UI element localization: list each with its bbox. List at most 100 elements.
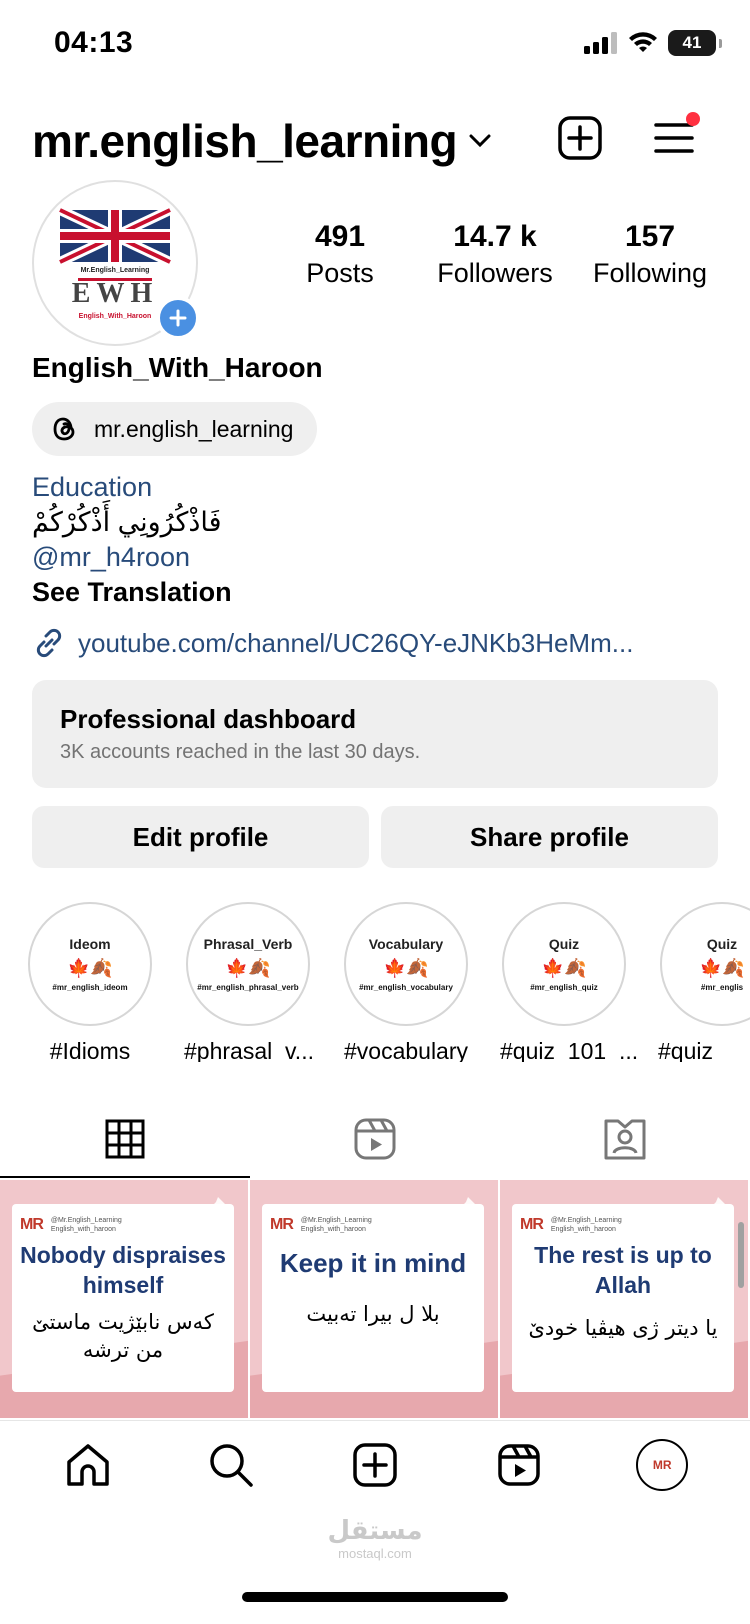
highlight-label: #phrasal_v... — [184, 1038, 314, 1062]
post-english-text: Nobody dispraises himself — [20, 1242, 226, 1298]
watermark-arabic: مستقل — [327, 1516, 423, 1546]
dashboard-title: Professional dashboard — [60, 704, 357, 734]
menu-button[interactable] — [650, 112, 700, 162]
highlight-title: Ideom — [69, 936, 111, 952]
mini-logo: MR — [520, 1216, 544, 1233]
edit-profile-button[interactable]: Edit profile — [32, 806, 369, 868]
highlight-tag: #mr_english_phrasal_verb — [197, 983, 299, 992]
highlight-tag: #mr_english_quiz — [530, 983, 598, 992]
tagged-user-icon — [604, 1119, 646, 1160]
see-translation-link[interactable]: See Translation — [32, 575, 232, 610]
external-link[interactable]: youtube.com/channel/UC26QY-eJNKb3HeMm... — [32, 626, 633, 660]
following-stat[interactable]: 157 Following — [580, 220, 720, 289]
post-thumbnail[interactable]: MR @Mr.English_Learning English_with_haro… — [500, 1180, 748, 1418]
stat-label: Posts — [306, 258, 374, 288]
bottom-navigation: MR — [0, 1420, 750, 1508]
profile-stats: 491 Posts 14.7 k Followers 157 Following — [270, 220, 720, 289]
stat-label: Following — [592, 258, 708, 288]
highlight-label: #vocabulary — [343, 1038, 469, 1062]
status-icons: 41 — [584, 30, 722, 56]
highlight-item[interactable]: Quiz 🍁🍂 #mr_englis #quiz_ — [658, 902, 750, 1062]
highlight-cover: Vocabulary 🍁🍂 #mr_english_vocabulary — [344, 902, 468, 1026]
reels-icon — [354, 1118, 396, 1160]
tab-tagged[interactable] — [500, 1100, 750, 1178]
leaf-icon: 🍁🍂 — [67, 958, 113, 978]
post-handle: @Mr.English_Learning English_with_haroon — [550, 1217, 622, 1233]
followers-stat[interactable]: 14.7 k Followers — [425, 220, 565, 289]
watermark-latin: mostaql.com — [338, 1546, 412, 1561]
highlight-tag: #mr_english_vocabulary — [359, 983, 453, 992]
account-switcher[interactable]: mr.english_learning — [32, 114, 491, 168]
share-profile-button[interactable]: Share profile — [381, 806, 718, 868]
wifi-icon — [629, 32, 657, 52]
profile-avatar-small: MR — [636, 1438, 689, 1491]
nav-home[interactable] — [58, 1435, 118, 1495]
highlight-label: #Idioms — [49, 1038, 131, 1062]
signal-icon — [584, 32, 617, 54]
nav-create[interactable] — [345, 1435, 405, 1495]
highlight-title: Quiz — [548, 936, 580, 952]
leaf-icon: 🍁🍂 — [383, 958, 429, 978]
leaf-icon: 🍁🍂 — [225, 958, 271, 978]
post-card: MR @Mr.English_Learning English_with_haro… — [512, 1204, 734, 1392]
dashboard-subtitle: 3K accounts reached in the last 30 days. — [60, 741, 421, 763]
stat-value: 491 — [314, 220, 366, 253]
svg-text:English_With_Haroon: English_With_Haroon — [79, 313, 152, 320]
hamburger-menu-icon — [654, 123, 694, 153]
profile-tabs — [0, 1100, 750, 1178]
professional-dashboard[interactable]: Professional dashboard 3K accounts reach… — [32, 680, 718, 788]
highlight-tag: #mr_englis — [700, 983, 744, 992]
highlight-item[interactable]: Quiz 🍁🍂 #mr_english_quiz #quiz_101_... — [500, 902, 638, 1062]
mini-logo: MR — [270, 1216, 294, 1233]
create-button[interactable] — [556, 114, 604, 162]
post-kurdish-text: کەس نابێژیت ماستێ من ترشە — [32, 1310, 214, 1362]
chevron-down-icon — [469, 134, 491, 148]
post-brand: MR @Mr.English_Learning English_with_haro… — [270, 1216, 476, 1234]
add-story-button[interactable] — [156, 296, 200, 340]
nav-reels[interactable] — [489, 1435, 549, 1495]
highlight-item[interactable]: Phrasal_Verb 🍁🍂 #mr_english_phrasal_verb… — [184, 902, 314, 1062]
notification-dot — [686, 112, 700, 126]
highlight-title: Phrasal_Verb — [203, 936, 293, 952]
post-card: MR @Mr.English_Learning English_with_haro… — [262, 1204, 484, 1392]
stat-value: 157 — [624, 220, 676, 253]
nav-profile[interactable]: MR — [632, 1435, 692, 1495]
post-thumbnail[interactable]: MR @Mr.English_Learning English_with_haro… — [250, 1180, 498, 1418]
pin-icon — [202, 1197, 227, 1222]
mention-link[interactable]: @mr_h4roon — [32, 540, 232, 575]
tab-posts-grid[interactable] — [0, 1100, 250, 1178]
post-kurdish-text: بلا ل بیرا تەبیت — [306, 1302, 440, 1326]
highlight-item[interactable]: Vocabulary 🍁🍂 #mr_english_vocabulary #vo… — [342, 902, 470, 1062]
post-thumbnail[interactable]: MR @Mr.English_Learning English_with_haro… — [0, 1180, 248, 1418]
scrollbar[interactable] — [738, 1222, 744, 1288]
stat-label: Followers — [437, 258, 553, 288]
status-time: 04:13 — [54, 26, 134, 59]
nav-search[interactable] — [201, 1435, 261, 1495]
highlight-cover: Quiz 🍁🍂 #mr_englis — [660, 902, 750, 1026]
status-bar: 04:13 41 — [0, 0, 750, 90]
profile-actions: Edit profile Share profile — [32, 806, 718, 868]
profile-header: mr.english_learning — [32, 108, 720, 168]
tab-reels[interactable] — [250, 1100, 500, 1178]
reels-icon — [497, 1443, 540, 1486]
home-indicator[interactable] — [242, 1592, 508, 1602]
highlight-tag: #mr_english_ideom — [52, 983, 128, 992]
bio-text: فَاذْكُرُونِي أَذْكُرْكُمْ — [32, 507, 222, 537]
highlight-item[interactable]: Ideom 🍁🍂 #mr_english_ideom #Idioms — [26, 902, 154, 1062]
svg-text:Mr.English_Learning: Mr.English_Learning — [81, 267, 150, 274]
post-card: MR @Mr.English_Learning English_with_haro… — [12, 1204, 234, 1392]
highlight-label: #quiz_ — [658, 1038, 726, 1062]
svg-text:EWH: EWH — [72, 278, 158, 309]
watermark: مستقل mostaql.com — [0, 1516, 750, 1561]
posts-stat[interactable]: 491 Posts — [270, 220, 410, 289]
post-brand: MR @Mr.English_Learning English_with_haro… — [520, 1216, 726, 1234]
category-label: Education — [32, 472, 153, 502]
highlight-cover: Quiz 🍁🍂 #mr_english_quiz — [502, 902, 626, 1026]
story-highlights: Ideom 🍁🍂 #mr_english_ideom #Idioms Phras… — [26, 902, 750, 1062]
post-handle: @Mr.English_Learning English_with_haroon — [300, 1217, 372, 1233]
post-kurdish-text: یا دیتر ژی هیڤیا خودێ — [528, 1316, 718, 1340]
threads-badge[interactable]: mr.english_learning — [32, 402, 318, 456]
external-link-text: youtube.com/channel/UC26QY-eJNKb3HeMm... — [78, 627, 634, 658]
post-english-text: The rest is up to Allah — [534, 1242, 712, 1298]
bio: Education فَاذْكُرُونِي أَذْكُرْكُمْ @mr… — [32, 470, 232, 610]
